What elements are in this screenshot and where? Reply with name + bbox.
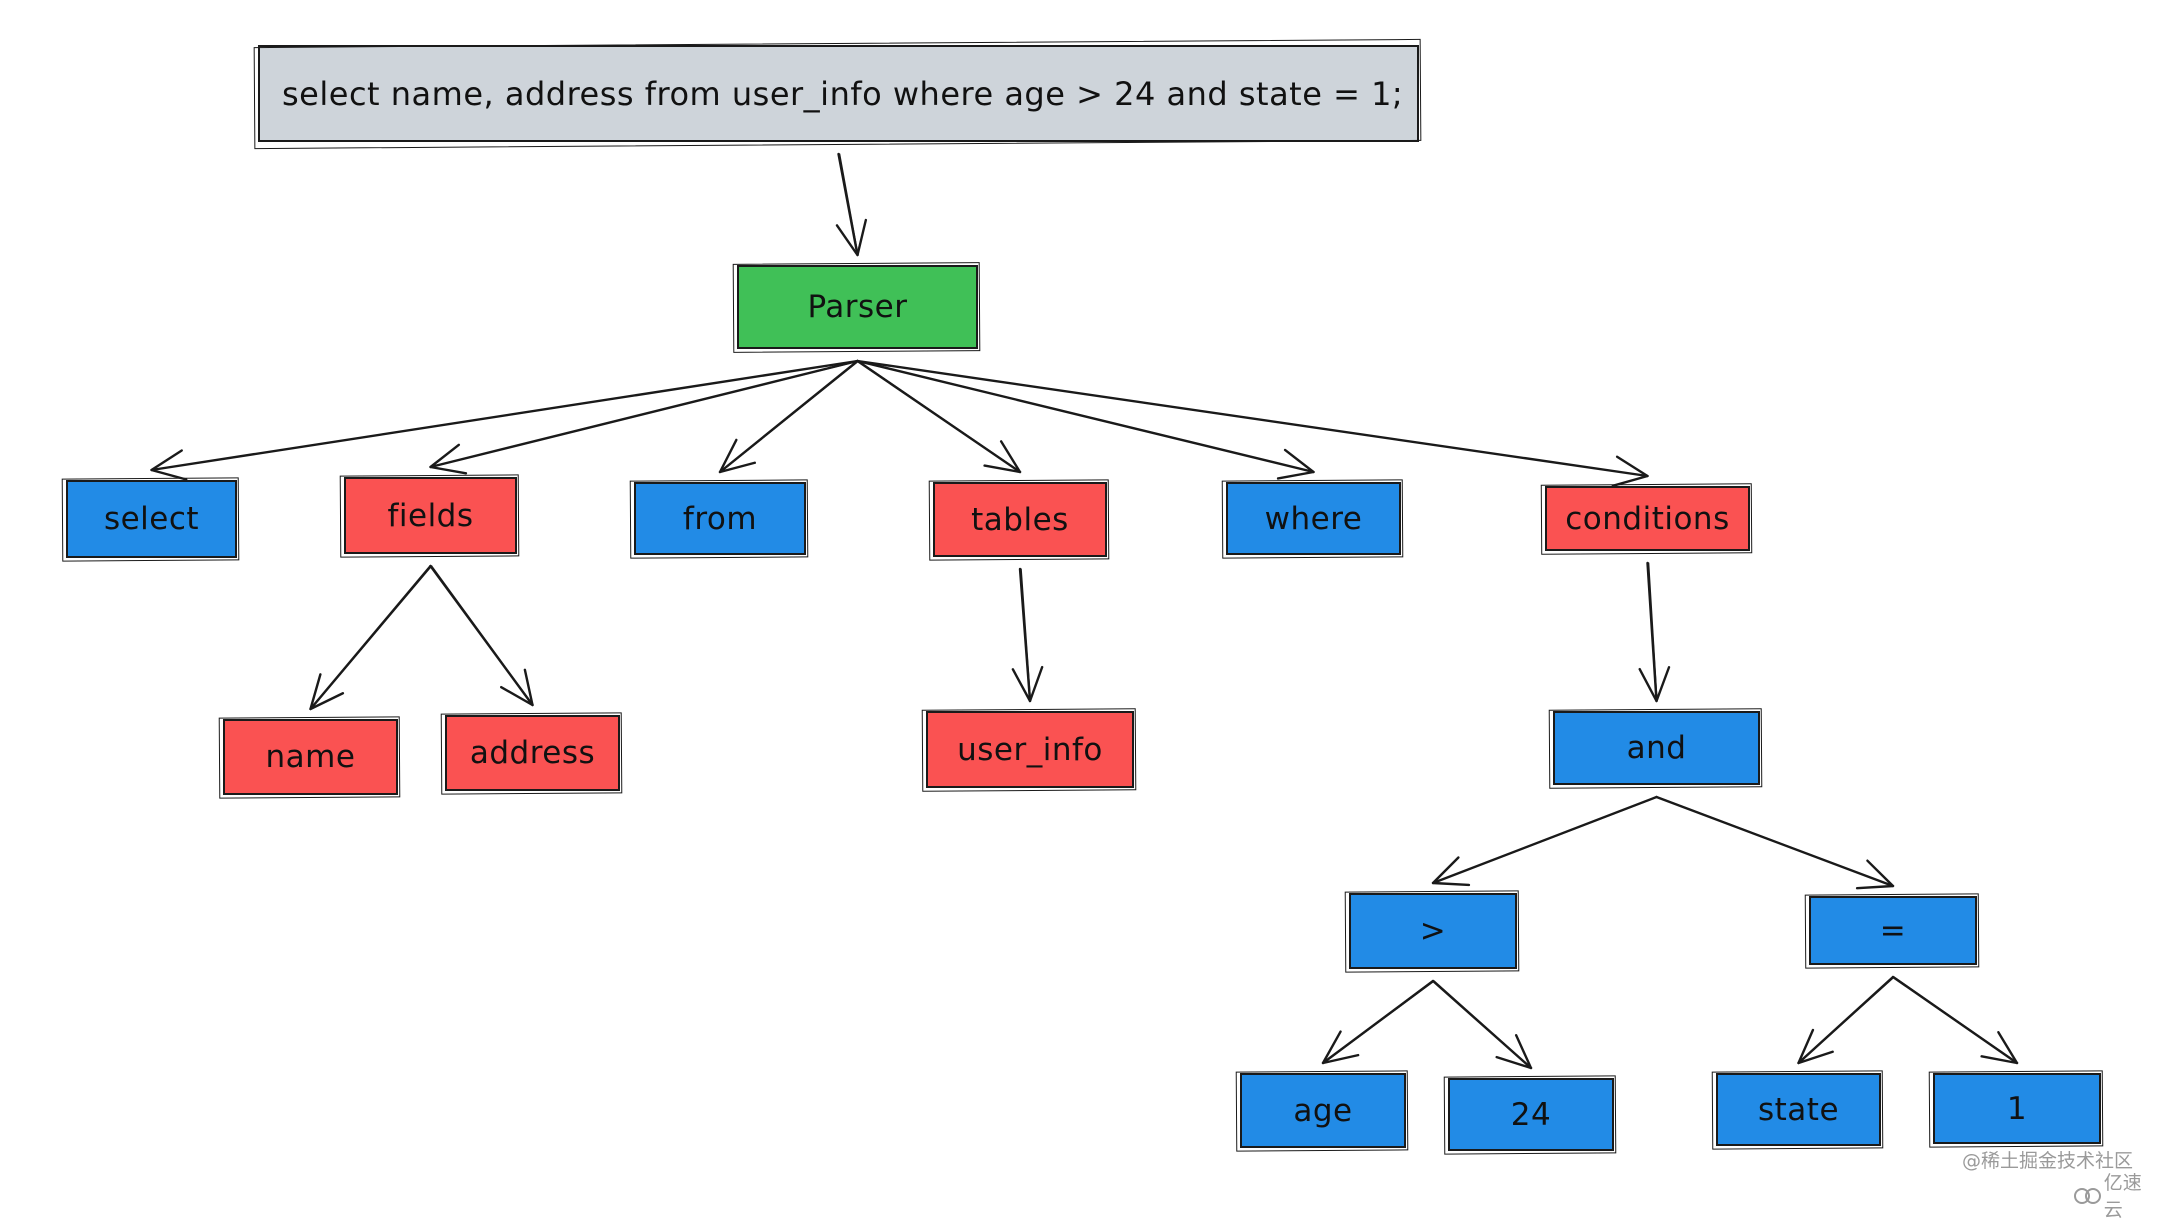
arrow-fields-to-name xyxy=(309,564,433,711)
name-label: name xyxy=(265,739,356,775)
fields-node: fields xyxy=(344,477,517,554)
select-node: select xyxy=(66,480,237,558)
and-label: and xyxy=(1626,730,1687,766)
arrow-sql-to-parser xyxy=(835,152,868,257)
equals-node: = xyxy=(1809,896,1977,965)
conditions-node: conditions xyxy=(1545,486,1750,551)
address-node: address xyxy=(445,715,620,791)
arrow-tables-to-user_info xyxy=(1011,567,1044,703)
arrow-parser-to-conditions xyxy=(856,359,1649,487)
parser-node: Parser xyxy=(737,265,978,349)
select-label: select xyxy=(103,501,200,537)
name-node: name xyxy=(223,719,398,795)
user-info-label: user_info xyxy=(957,731,1103,768)
where-node: where xyxy=(1226,482,1401,555)
state-node: state xyxy=(1716,1073,1881,1146)
from-node: from xyxy=(634,482,806,555)
age-node: age xyxy=(1240,1073,1406,1148)
arrow-fields-to-address xyxy=(429,564,534,707)
address-label: address xyxy=(469,735,596,771)
arrow-eq-to-state xyxy=(1797,975,1895,1065)
arrow-and-to-gt xyxy=(1431,795,1659,887)
from-label: from xyxy=(682,500,758,537)
value-1-node: 1 xyxy=(1933,1073,2101,1144)
arrow-gt-to-age xyxy=(1321,979,1435,1065)
arrow-parser-to-select xyxy=(150,359,860,481)
where-label: where xyxy=(1264,500,1363,537)
state-label: state xyxy=(1757,1091,1840,1128)
age-label: age xyxy=(1293,1092,1353,1129)
and-node: and xyxy=(1553,711,1760,785)
fields-label: fields xyxy=(387,497,474,534)
arrow-gt-to-v24 xyxy=(1431,979,1533,1070)
conditions-label: conditions xyxy=(1565,500,1730,537)
value-24-node: 24 xyxy=(1448,1078,1614,1151)
watermark-brand: 亿速云 xyxy=(2074,1168,2160,1222)
arrow-and-to-eq xyxy=(1655,795,1895,890)
tables-label: tables xyxy=(971,501,1069,538)
sql-query-text: select name, address from user_info wher… xyxy=(282,74,1404,113)
arrow-eq-to-v1 xyxy=(1891,975,2019,1065)
value-24-label: 24 xyxy=(1510,1096,1552,1133)
arrow-parser-to-where xyxy=(856,359,1315,480)
sql-query-box: select name, address from user_info wher… xyxy=(258,45,1419,142)
tables-node: tables xyxy=(933,482,1107,557)
equals-label: = xyxy=(1879,912,1907,949)
arrow-conditions-to-and xyxy=(1638,561,1671,703)
arrow-parser-to-tables xyxy=(856,359,1022,474)
cloud-logo-icon xyxy=(2074,1187,2101,1204)
greater-than-label: > xyxy=(1419,913,1447,949)
watermark-brand-text: 亿速云 xyxy=(2103,1172,2142,1221)
value-1-label: 1 xyxy=(2006,1090,2028,1127)
user-info-node: user_info xyxy=(926,711,1134,788)
greater-than-node: > xyxy=(1349,893,1517,969)
arrow-layer xyxy=(150,152,2019,1070)
parser-label: Parser xyxy=(807,289,908,325)
